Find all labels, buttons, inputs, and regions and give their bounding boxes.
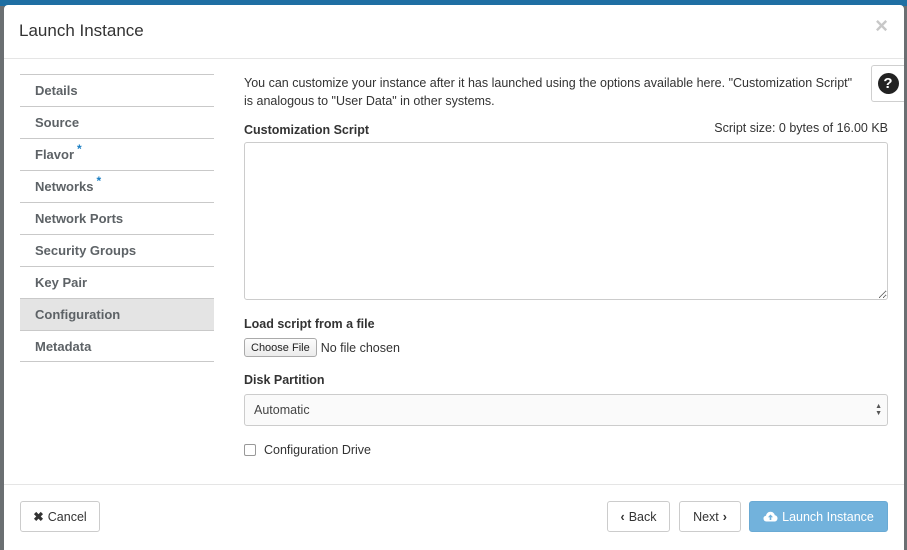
disk-partition-label: Disk Partition bbox=[244, 373, 325, 387]
script-label-row: Customization Script Script size: 0 byte… bbox=[244, 121, 888, 137]
nav-item-networks[interactable]: Networks * bbox=[20, 170, 214, 202]
close-icon: ✖ bbox=[33, 510, 44, 524]
modal-title: Launch Instance bbox=[19, 21, 144, 40]
modal-header: Launch Instance × bbox=[4, 5, 904, 59]
nav-item-network-ports[interactable]: Network Ports bbox=[20, 202, 214, 234]
chevron-right-icon: › bbox=[722, 509, 727, 524]
nav-item-label: Details bbox=[35, 83, 78, 98]
nav-item-flavor[interactable]: Flavor * bbox=[20, 138, 214, 170]
load-script-label: Load script from a file bbox=[244, 317, 375, 331]
nav-item-label: Network Ports bbox=[35, 211, 124, 226]
next-label: Next bbox=[693, 509, 719, 524]
configuration-drive-checkbox[interactable] bbox=[244, 444, 256, 456]
required-marker: * bbox=[77, 142, 82, 156]
nav-item-label: Source bbox=[35, 115, 80, 130]
intro-line-1: You can customize your instance after it… bbox=[244, 76, 853, 90]
nav-item-label: Metadata bbox=[35, 339, 92, 354]
nav-item-label: Networks bbox=[35, 179, 94, 194]
launch-instance-button[interactable]: Launch Instance bbox=[749, 501, 888, 532]
nav-item-label: Key Pair bbox=[35, 275, 88, 290]
nav-item-label: Flavor bbox=[35, 147, 75, 162]
next-button[interactable]: Next › bbox=[679, 501, 741, 532]
configuration-drive-row: Configuration Drive bbox=[244, 443, 371, 457]
modal-footer: ✖ Cancel ‹ Back Next › Launch Instance bbox=[4, 484, 904, 550]
close-icon[interactable]: × bbox=[875, 15, 888, 37]
cancel-label: Cancel bbox=[47, 509, 87, 524]
nav-item-configuration[interactable]: Configuration bbox=[20, 298, 214, 330]
chevron-left-icon: ‹ bbox=[620, 509, 625, 524]
disk-partition-value: Automatic bbox=[254, 403, 310, 417]
required-marker: * bbox=[96, 174, 102, 188]
nav-item-key-pair[interactable]: Key Pair bbox=[20, 266, 214, 298]
launch-label: Launch Instance bbox=[782, 509, 874, 524]
customization-script-input[interactable] bbox=[244, 142, 888, 300]
script-size-text: Script size: 0 bytes of 16.00 KB bbox=[714, 121, 888, 135]
back-label: Back bbox=[628, 509, 657, 524]
back-button[interactable]: ‹ Back bbox=[607, 501, 670, 532]
intro-text: You can customize your instance after it… bbox=[244, 74, 884, 110]
select-arrows-icon: ▲ ▼ bbox=[875, 403, 882, 417]
nav-item-label: Configuration bbox=[35, 307, 121, 322]
configuration-drive-label[interactable]: Configuration Drive bbox=[264, 443, 371, 457]
file-input-row: Choose File No file chosen bbox=[244, 338, 400, 357]
customization-script-label: Customization Script bbox=[244, 123, 370, 137]
wizard-nav: Details Source Flavor * Networks * Network… bbox=[20, 74, 214, 362]
choose-file-button[interactable]: Choose File bbox=[244, 338, 317, 357]
nav-item-label: Security Groups bbox=[35, 243, 137, 258]
nav-item-metadata[interactable]: Metadata bbox=[20, 330, 214, 362]
no-file-chosen-text: No file chosen bbox=[320, 340, 400, 355]
disk-partition-select[interactable]: Automatic ▲ ▼ bbox=[244, 394, 888, 426]
nav-item-details[interactable]: Details bbox=[20, 74, 214, 106]
launch-instance-modal: Launch Instance × Details Source Flavor *… bbox=[4, 5, 904, 550]
cloud-upload-icon bbox=[763, 511, 778, 522]
nav-item-security-groups[interactable]: Security Groups bbox=[20, 234, 214, 266]
configuration-panel: You can customize your instance after it… bbox=[244, 74, 888, 457]
intro-line-2: is analogous to "User Data" in other sys… bbox=[244, 94, 495, 108]
nav-item-source[interactable]: Source bbox=[20, 106, 214, 138]
cancel-button[interactable]: ✖ Cancel bbox=[20, 501, 100, 532]
